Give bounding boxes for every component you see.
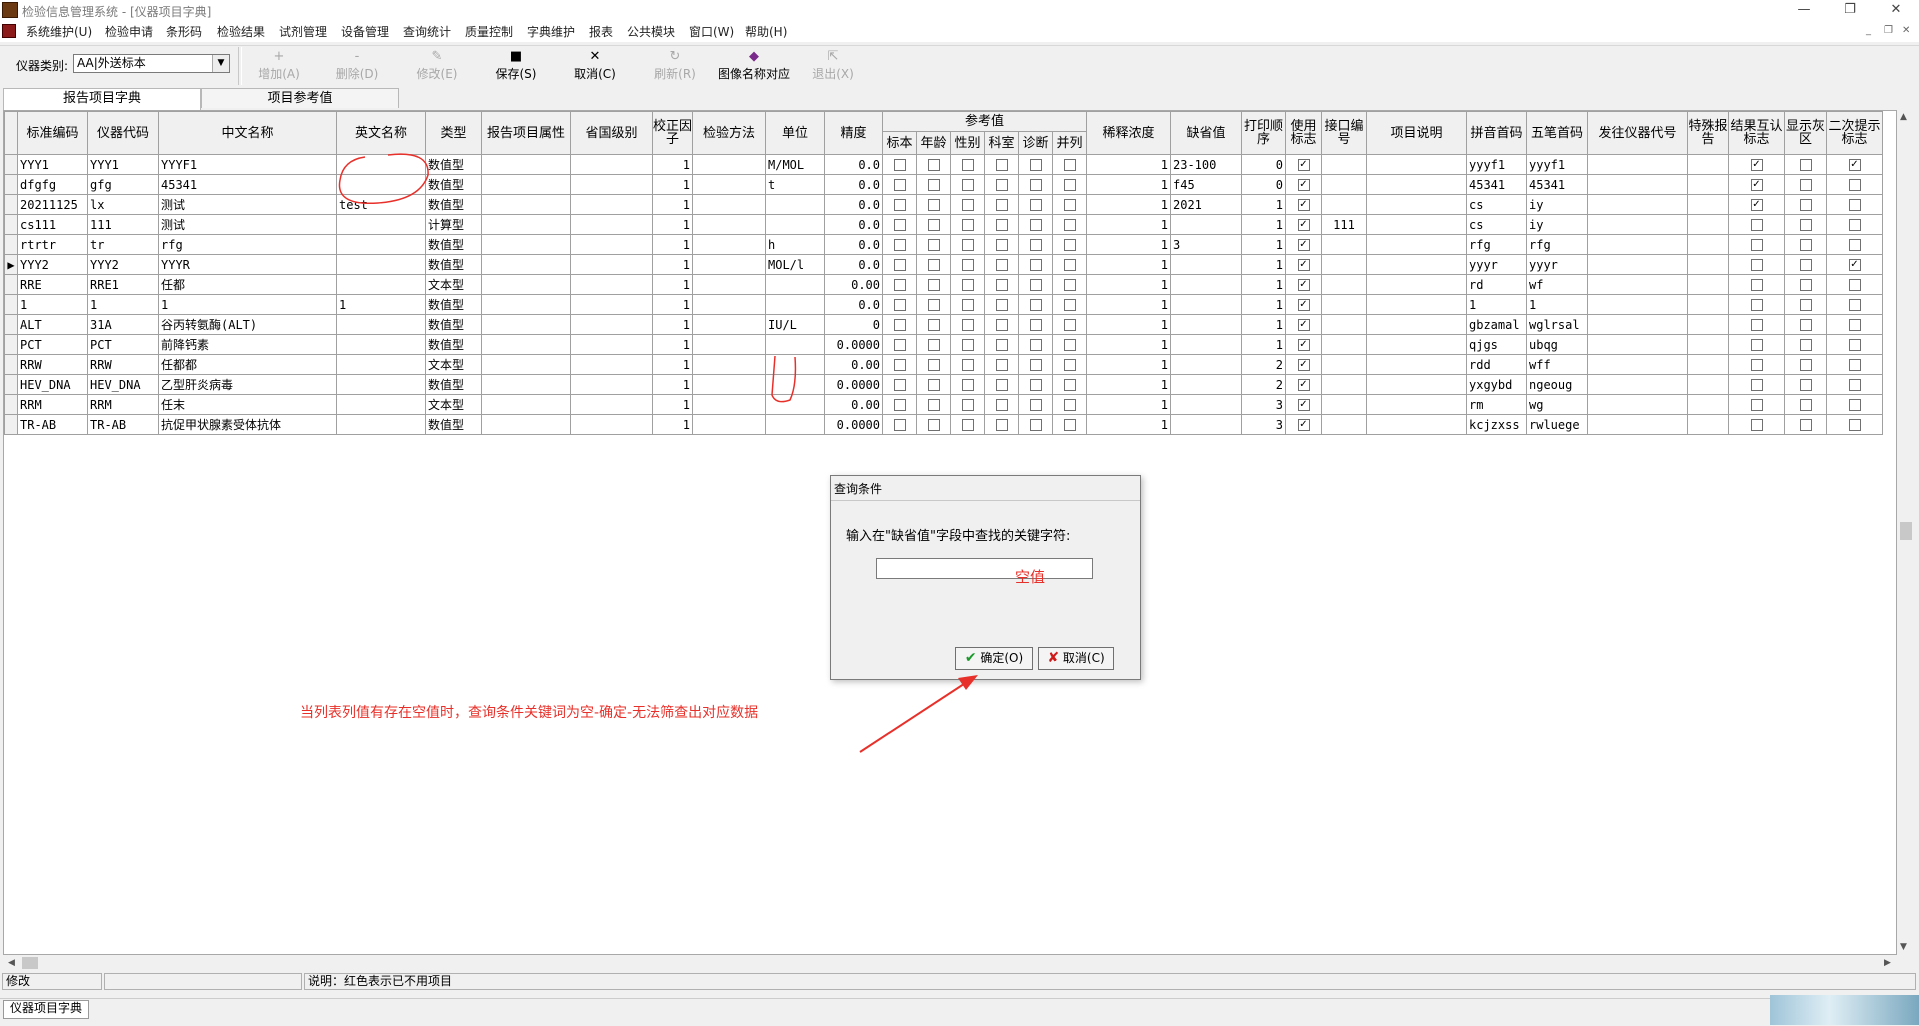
- annotation-circle-en-name: [338, 153, 429, 205]
- annotation-arrow-line: [859, 679, 971, 753]
- annotation-arrow-head: [958, 675, 978, 690]
- annotation-mark-unit: [771, 355, 797, 403]
- annotation-empty-value: 空值: [1015, 568, 1046, 586]
- annotation-description: 当列表列值有存在空值时，查询条件关键词为空-确定-无法筛查出对应数据: [300, 705, 759, 721]
- annotation-overlay: [338, 153, 978, 753]
